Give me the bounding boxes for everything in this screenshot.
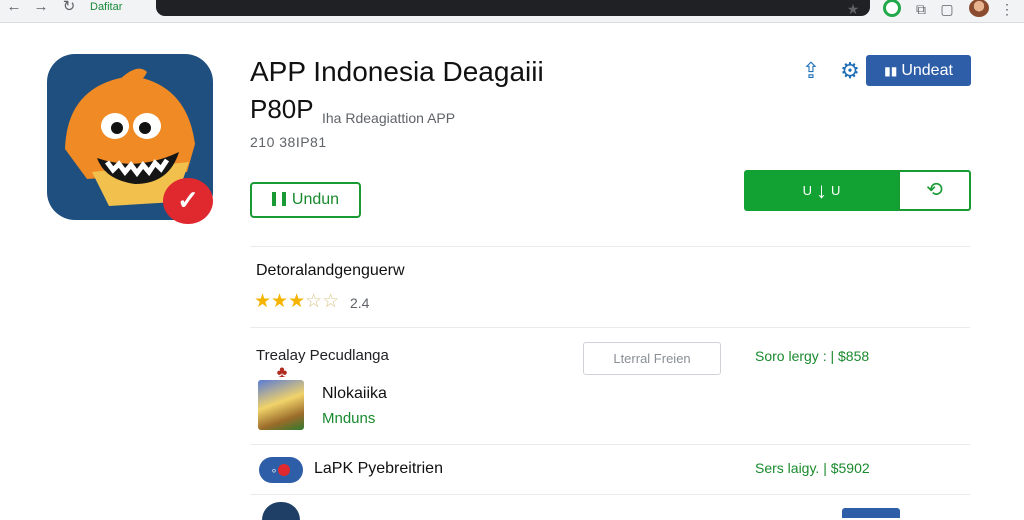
divider: [250, 444, 970, 445]
item-size-text: Soro lergy : | $858: [755, 348, 870, 364]
install-icon: [271, 192, 286, 206]
verified-badge-icon: ✓: [163, 178, 213, 224]
reading-list-icon[interactable]: ⧉: [912, 1, 930, 17]
list-item-app-icon[interactable]: ◦: [259, 457, 303, 483]
divider: [250, 494, 970, 495]
list-item-app-icon[interactable]: [258, 380, 304, 430]
download-label-suffix: U: [831, 183, 841, 198]
bookmark-star-icon[interactable]: ★: [844, 1, 862, 17]
site-label: Dafitar: [90, 1, 123, 13]
reload-icon[interactable]: ↻: [59, 0, 79, 18]
list-item-app-icon[interactable]: [262, 502, 300, 520]
mushroom-icon: ♣: [276, 364, 288, 381]
app-title: APP Indonesia Deagaiii: [250, 56, 544, 87]
rating-section-title: Detoralandgenguerw: [256, 262, 405, 279]
install-options-button[interactable]: ⟲: [898, 170, 971, 211]
download-button[interactable]: U ↓ U: [744, 170, 899, 211]
rating-value: 2.4: [350, 295, 370, 311]
tab-search-icon[interactable]: ▢: [938, 1, 956, 17]
download-label-prefix: U: [802, 183, 812, 198]
settings-icon[interactable]: ⚙: [838, 58, 862, 84]
star-rating: ★★★☆☆: [254, 290, 339, 313]
install-button-label: Undun: [291, 191, 340, 208]
share-icon[interactable]: ⇪: [798, 58, 824, 84]
developer-name[interactable]: Iha Rdeagiattion APP: [322, 110, 455, 126]
update-button[interactable]: ▮▮ Undeat: [866, 55, 971, 86]
download-arrow-icon: ↓: [816, 178, 827, 203]
divider: [250, 327, 970, 328]
app-subtitle: P80P: [250, 94, 314, 124]
list-item-name[interactable]: Nlokaiika: [322, 385, 387, 403]
address-bar[interactable]: [156, 0, 870, 16]
list-item-button[interactable]: [842, 508, 900, 518]
divider: [250, 246, 970, 247]
update-button-label: Undeat: [901, 62, 953, 79]
list-item-subtitle: Mnduns: [322, 410, 376, 427]
install-button[interactable]: Undun: [250, 182, 361, 218]
back-arrow-icon[interactable]: ←: [4, 0, 24, 18]
forward-arrow-icon[interactable]: →: [31, 0, 51, 18]
similar-section-title: Trealay Pecudlanga: [256, 347, 389, 364]
list-item-name[interactable]: LaPK Pyebreitrien: [314, 460, 443, 478]
stars-filled-icon: ★★★: [254, 291, 306, 312]
filter-button[interactable]: Lterral Freien: [583, 342, 721, 375]
stars-empty-icon: ☆☆: [305, 291, 340, 312]
app-version: 210 38IP81: [250, 134, 327, 150]
browser-menu-icon[interactable]: ⋮: [998, 1, 1016, 17]
update-icon: ▮▮: [884, 64, 898, 78]
item-size-text: Sers laigy. | $5902: [755, 460, 870, 476]
